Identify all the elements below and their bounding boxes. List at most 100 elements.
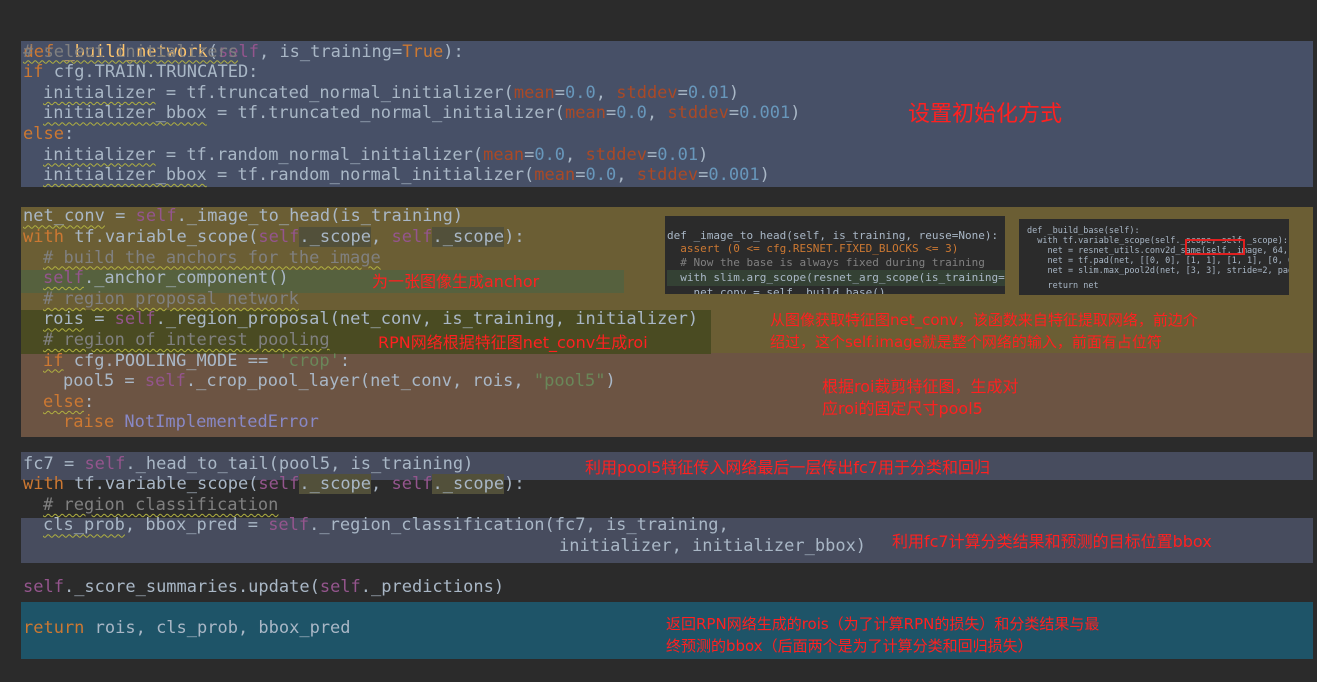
rois-var: rois [43,309,84,330]
call: tf.truncated_normal_initializer( [186,82,514,103]
self: self [135,206,177,227]
colon: : [83,391,95,412]
with-keyword: with [23,474,64,495]
eq: = [524,144,535,165]
assign: = [206,103,238,124]
code-line-score-summaries: self._score_summaries.update(self._predi… [23,577,504,598]
comment-select-initializers: # select initializers [23,42,238,63]
eq: = [677,82,688,103]
initializer-var: initializer [43,82,156,103]
stddev-kw: stddev [667,103,729,124]
with-keyword: with [23,227,64,247]
annotation-rpn: RPN网络根据特征图net_conv生成roi [378,333,648,352]
call: ._anchor_component() [83,268,289,289]
call: tf.truncated_normal_initializer( [237,103,565,124]
inset-text: assert (0 <= cfg.RESNET.FIXED_BLOCKS <= … [667,242,959,255]
return-values: rois, cls_prob, bbox_pred [84,618,351,639]
self: self [268,515,310,536]
comment-text: # region of interest pooling [43,330,330,350]
code-line-return: return rois, cls_prob, bbox_pred [23,618,351,639]
comment-text: # build the anchors for the image [43,247,381,268]
self: self [144,371,186,392]
scope-attr: ._scope [299,474,372,495]
mean-val: 0.0 [616,103,647,124]
stddev-kw: stddev [636,165,699,186]
mean-val: 0.0 [534,144,566,165]
stddev-kw: stddev [616,82,678,103]
fc7-var: fc7 [23,453,54,474]
annotation-crop: 根据roi裁剪特征图，生成对 应roi的固定尺寸pool5 [822,377,1019,418]
close: ): [443,41,464,62]
initializer-bbox-var: initializer_bbox [43,103,207,124]
code-line-else: else: [23,124,74,145]
call: ._region_proposal(net_conv, is_training,… [155,309,699,330]
call: ._image_to_head(is_training) [176,206,464,227]
code-line-def: def _build_network(self, is_training=Tru… [3,21,463,62]
mean-kw: mean [513,82,555,103]
call: tf.variable_scope( [63,474,259,495]
self: self [258,474,300,495]
inset-text: net = resnet_utils.conv2d_same(self._ima… [1047,246,1288,256]
crop-string: 'crop' [278,350,340,371]
self: self [84,453,126,474]
eq: = [698,165,709,186]
inset-text: net = tf.pad(net, [[0, 0], [1, 1], [1, 1… [1027,256,1289,266]
inset-text: def _build_base(self): [1027,226,1140,236]
call: tf.random_normal_initializer( [237,165,535,186]
self: self [43,268,84,289]
annotation-fc7: 利用pool5特征传入网络最后一层传出fc7用于分类和回归 [585,458,990,477]
eq: = [728,103,740,124]
assign: = [155,144,187,165]
else-keyword: else [43,391,84,412]
code-line-if-truncated: if cfg.TRAIN.TRUNCATED: [23,62,258,83]
scope-attr: ._scope [432,227,505,247]
call: tf.random_normal_initializer( [186,144,484,165]
self: self [114,309,156,330]
annotation-return: 返回RPN网络生成的rois（为了计算RPN的损失）和分类结果与最 终预测的bb… [666,615,1100,655]
assign: = [206,165,238,186]
sep: , [258,41,280,62]
mean-kw: mean [483,144,525,165]
code-line-init-random: initializer = tf.random_normal_initializ… [43,145,708,166]
self: self [319,577,361,598]
annotation-init: 设置初始化方式 [908,102,1063,127]
predictions-attr: ._predictions [360,577,494,598]
raise-keyword: raise [63,412,115,433]
close: ) [759,165,770,186]
code-line-rois: rois = self._region_proposal(net_conv, i… [43,309,698,330]
stddev-kw: stddev [585,144,647,165]
close: ): [504,227,525,247]
call: ._head_to_tail(pool5, is_training) [125,453,474,474]
code-line-anchor: self._anchor_component() [43,268,289,289]
annotation-cls: 利用fc7计算分类结果和预测的目标位置bbox [892,532,1212,551]
code-line-if-pooling: if cfg.POOLING_MODE == 'crop': [43,351,350,372]
inset-text: with slim.arg_scope(resnet_arg_scope(is_… [680,271,1005,284]
stddev-val: 0.01 [687,82,729,103]
self: self [23,577,64,598]
mean-val: 0.0 [585,165,617,186]
close: ) [728,82,740,103]
eq: = [605,103,617,124]
comment-rpn: # region proposal network [43,289,299,310]
inset-text: with tf.variable_scope(self._scope, self… [1027,236,1288,246]
code-line-init-bbox-random: initializer_bbox = tf.random_normal_init… [43,165,770,186]
stddev-val: 0.001 [708,165,760,186]
comma: , [595,82,617,103]
inset-text: return net [1027,281,1099,291]
is-training-param: is_training [279,41,393,62]
close: ) [698,144,709,165]
code-line-else-2: else: [43,392,94,413]
inset-base-line-4: net = tf.pad(net, [[0, 0], [1, 1], [1, 1… [1027,256,1289,266]
close: ) [493,577,505,598]
code-line-net-conv: net_conv = self._image_to_head(is_traini… [23,206,463,227]
comma: , [616,165,637,186]
self: self [391,474,433,495]
inset-line-5: net_conv = self._build_base() [667,285,885,294]
initializer-var: initializer [43,144,156,165]
inset-line-4: with slim.arg_scope(resnet_arg_scope(is_… [667,270,1005,286]
self: self [258,227,300,247]
stddev-val: 0.01 [657,144,699,165]
self-image-highlight-box [1185,239,1245,255]
close: ) [790,103,801,124]
comma: , [646,103,668,124]
